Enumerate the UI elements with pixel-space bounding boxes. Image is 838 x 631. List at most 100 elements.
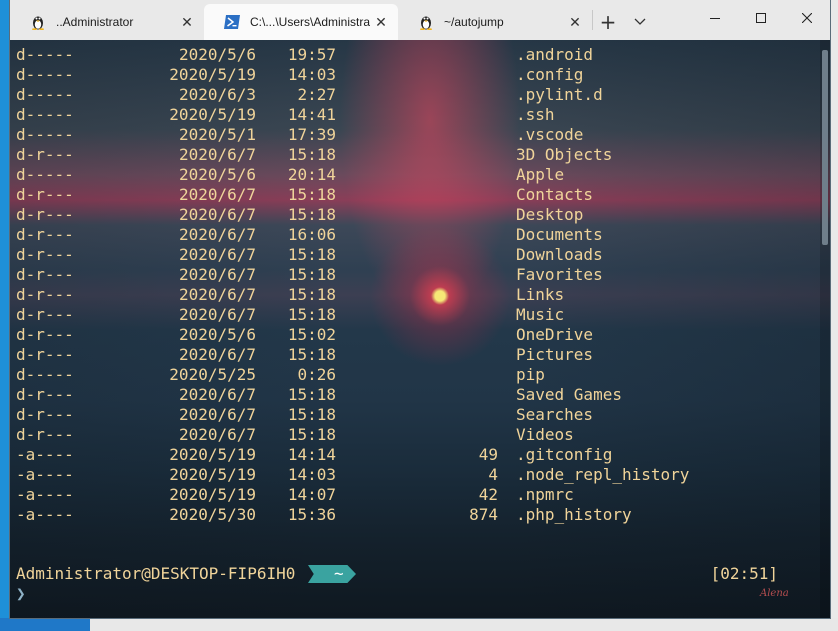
- file-mode: d-----: [16, 125, 74, 144]
- tab-powershell[interactable]: C:\...\Users\Administra ✕: [204, 4, 398, 40]
- file-date: 2020/6/7: [178, 225, 256, 244]
- file-date: 2020/5/6: [178, 45, 256, 64]
- file-mode: d-r---: [16, 325, 74, 344]
- file-name: Music: [516, 305, 565, 324]
- maximize-button[interactable]: [738, 0, 784, 36]
- wallpaper-signature: Alena: [760, 588, 789, 599]
- file-time: 15:18: [287, 205, 336, 224]
- close-icon[interactable]: ✕: [176, 14, 198, 31]
- file-date: 2020/6/7: [178, 345, 256, 364]
- file-name: .node_repl_history: [516, 465, 690, 484]
- file-time: 15:18: [287, 145, 336, 164]
- file-mode: d-r---: [16, 285, 74, 304]
- window-controls: [692, 0, 830, 36]
- file-mode: d-----: [16, 45, 74, 64]
- list-item: d-r--- 2020/6/7 15:18 Pictures: [10, 344, 810, 364]
- file-date: 2020/6/3: [178, 85, 256, 104]
- file-date: 2020/6/7: [178, 425, 256, 444]
- file-date: 2020/6/7: [178, 285, 256, 304]
- prompt-user-host: Administrator@DESKTOP-FIP6IH0: [16, 564, 296, 583]
- file-mode: d-r---: [16, 185, 74, 204]
- minimize-icon: [710, 18, 720, 19]
- list-item: d----- 2020/5/19 14:41 .ssh: [10, 104, 810, 124]
- tab-title: ..Administrator: [56, 15, 134, 29]
- file-name: Contacts: [516, 185, 594, 204]
- file-mode: d-----: [16, 85, 74, 104]
- file-name: .php_history: [516, 505, 632, 524]
- list-item: d----- 2020/5/1 17:39 .vscode: [10, 124, 810, 144]
- file-mode: d-r---: [16, 345, 74, 364]
- file-date: 2020/6/7: [178, 265, 256, 284]
- file-time: 15:18: [287, 285, 336, 304]
- list-item: d-r--- 2020/6/7 15:18 Contacts: [10, 184, 810, 204]
- prompt-segment: [308, 565, 356, 583]
- list-item: d-r--- 2020/6/7 15:18 Music: [10, 304, 810, 324]
- list-item: d-r--- 2020/6/7 15:18 Links: [10, 284, 810, 304]
- desktop-edge-right: [830, 0, 838, 631]
- linux-penguin-icon: [418, 14, 434, 30]
- file-time: 2:27: [297, 85, 336, 104]
- chevron-down-icon[interactable]: [623, 4, 657, 40]
- list-item: d----- 2020/5/6 20:14 Apple: [10, 164, 810, 184]
- file-name: pip: [516, 365, 545, 384]
- list-item: -a---- 2020/5/19 14:07 42 .npmrc: [10, 484, 810, 504]
- file-date: 2020/6/7: [178, 245, 256, 264]
- file-name: Pictures: [516, 345, 594, 364]
- directory-listing: d----- 2020/5/6 19:57 .android d----- 2020/5/…: [10, 44, 810, 524]
- file-name: Desktop: [516, 205, 584, 224]
- file-time: 15:18: [287, 305, 336, 324]
- file-name: .pylint.d: [516, 85, 603, 104]
- file-date: 2020/5/1: [178, 125, 256, 144]
- file-length: 42: [478, 485, 498, 504]
- tab-autojump[interactable]: ~/autojump ✕: [398, 4, 592, 40]
- file-date: 2020/5/6: [178, 165, 256, 184]
- tab-title: ~/autojump: [444, 15, 504, 29]
- scrollbar[interactable]: [820, 40, 830, 618]
- file-time: 15:18: [287, 265, 336, 284]
- list-item: d-r--- 2020/6/7 15:18 Desktop: [10, 204, 810, 224]
- tab-administrator[interactable]: ..Administrator ✕: [10, 4, 204, 40]
- powershell-icon: [224, 14, 240, 30]
- file-name: OneDrive: [516, 325, 594, 344]
- file-date: 2020/5/19: [169, 65, 256, 84]
- file-date: 2020/5/30: [169, 505, 256, 524]
- maximize-icon: [756, 13, 766, 23]
- file-time: 15:18: [287, 345, 336, 364]
- file-name: .android: [516, 45, 594, 64]
- terminal-output[interactable]: d----- 2020/5/6 19:57 .android d----- 2020/5/…: [10, 40, 830, 618]
- linux-penguin-icon: [30, 14, 46, 30]
- prompt-cursor[interactable]: ❯: [16, 584, 26, 603]
- file-time: 0:26: [297, 365, 336, 384]
- file-time: 14:07: [287, 485, 336, 504]
- file-name: Downloads: [516, 245, 603, 264]
- new-tab-button[interactable]: +: [593, 4, 623, 40]
- minimize-button[interactable]: [692, 0, 738, 36]
- file-mode: d-r---: [16, 385, 74, 404]
- file-time: 16:06: [287, 225, 336, 244]
- file-name: 3D Objects: [516, 145, 613, 164]
- list-item: d----- 2020/5/6 19:57 .android: [10, 44, 810, 64]
- file-date: 2020/6/7: [178, 385, 256, 404]
- list-item: -a---- 2020/5/30 15:36 874 .php_history: [10, 504, 810, 524]
- close-window-button[interactable]: [784, 0, 830, 36]
- file-time: 15:02: [287, 325, 336, 344]
- file-length: 4: [488, 465, 498, 484]
- list-item: -a---- 2020/5/19 14:03 4 .node_repl_history: [10, 464, 810, 484]
- file-mode: d-----: [16, 105, 74, 124]
- file-length: 49: [478, 445, 498, 464]
- file-name: Searches: [516, 405, 594, 424]
- file-name: .ssh: [516, 105, 555, 124]
- list-item: d-r--- 2020/6/7 15:18 Downloads: [10, 244, 810, 264]
- list-item: d----- 2020/6/3 2:27 .pylint.d: [10, 84, 810, 104]
- list-item: d-r--- 2020/5/6 15:02 OneDrive: [10, 324, 810, 344]
- file-mode: d-r---: [16, 245, 74, 264]
- scrollbar-thumb[interactable]: [822, 50, 828, 245]
- file-mode: d-----: [16, 65, 74, 84]
- terminal-window: ..Administrator ✕ C:\...\Users\Administr…: [10, 0, 830, 618]
- list-item: d----- 2020/5/25 0:26 pip: [10, 364, 810, 384]
- list-item: d-r--- 2020/6/7 15:18 Searches: [10, 404, 810, 424]
- file-date: 2020/6/7: [178, 305, 256, 324]
- close-icon[interactable]: ✕: [564, 14, 586, 31]
- file-time: 15:18: [287, 425, 336, 444]
- close-icon[interactable]: ✕: [370, 14, 392, 31]
